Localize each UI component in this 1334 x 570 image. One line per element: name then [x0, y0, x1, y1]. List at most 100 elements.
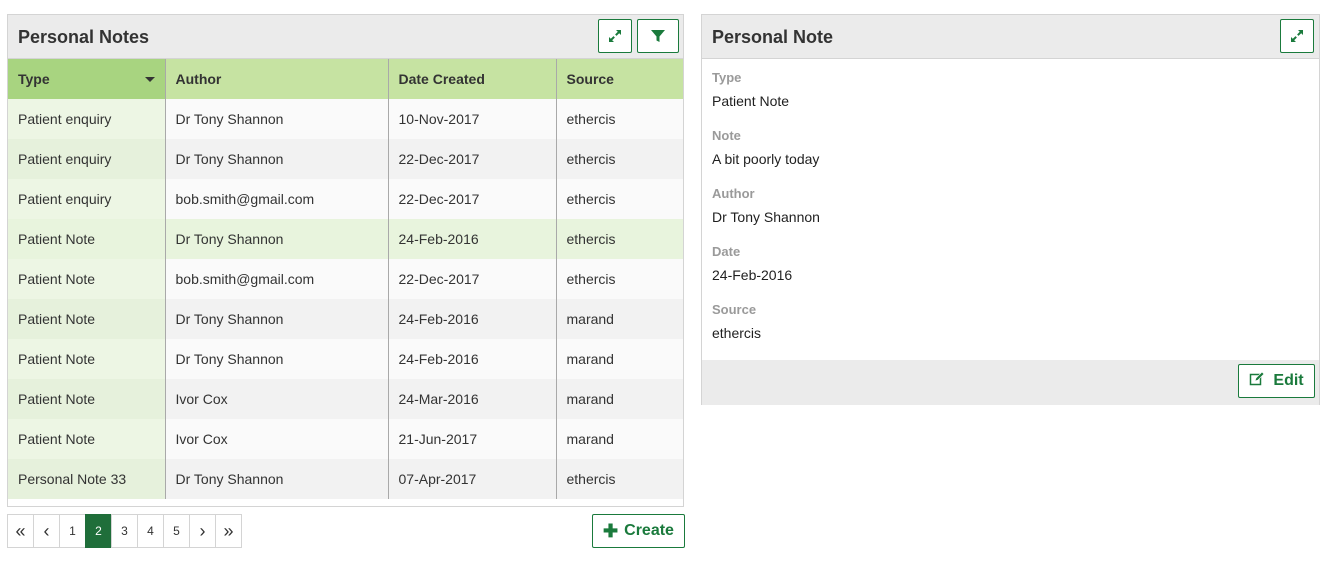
table-cell-type: Patient Note	[8, 339, 166, 379]
personal-note-detail-panel: Personal Note Type Patient Note Note A bit …	[701, 14, 1320, 405]
table-row[interactable]: Patient Note Dr Tony Shannon 24-Feb-2016 ma…	[8, 299, 683, 339]
table-row[interactable]: Patient Note Ivor Cox 21-Jun-2017 marand	[8, 419, 683, 459]
field-label: Author	[712, 186, 755, 201]
column-header-author[interactable]: Author	[165, 59, 389, 99]
table-row[interactable]: Patient Note Dr Tony Shannon 24-Feb-2016 et…	[8, 219, 683, 259]
table-cell-date-created: 24-Feb-2016	[388, 299, 557, 339]
page-button-2[interactable]: 2	[85, 514, 112, 548]
table-row[interactable]: Patient enquiry Dr Tony Shannon 10-Nov-201…	[8, 99, 683, 139]
table-cell-type: Patient enquiry	[8, 99, 166, 139]
table-cell-source: ethercis	[556, 99, 683, 139]
table-row[interactable]: Patient Note bob.smith@gmail.com 22-Dec-20…	[8, 259, 683, 299]
table-row[interactable]: Personal Note 33 Dr Tony Shannon 07-Apr-20…	[8, 459, 683, 499]
plus-icon: ✚	[603, 520, 619, 541]
field-label: Note	[712, 128, 741, 143]
field-source: Source ethercis	[712, 301, 1309, 359]
edit-icon	[1249, 371, 1265, 392]
column-header-source[interactable]: Source	[556, 59, 683, 99]
table-cell-source: ethercis	[556, 179, 683, 219]
column-header-label: Type	[18, 71, 50, 87]
field-label: Type	[712, 70, 742, 85]
expand-icon	[1289, 28, 1305, 44]
prev-page-button[interactable]: ‹	[33, 514, 60, 548]
table-cell-author: bob.smith@gmail.com	[165, 179, 389, 219]
table-cell-source: marand	[556, 339, 683, 379]
page-button-1[interactable]: 1	[59, 514, 86, 548]
page-button-3[interactable]: 3	[111, 514, 138, 548]
table-cell-date-created: 22-Dec-2017	[388, 139, 557, 179]
table-row[interactable]: Patient enquiry Dr Tony Shannon 22-Dec-201…	[8, 139, 683, 179]
table-cell-source: ethercis	[556, 139, 683, 179]
table-row[interactable]: Patient Note Ivor Cox 24-Mar-2016 marand	[8, 379, 683, 419]
table-cell-author: Ivor Cox	[165, 419, 389, 459]
detail-footer: Edit	[702, 360, 1319, 405]
field-label: Date	[712, 244, 741, 259]
table-cell-author: Ivor Cox	[165, 379, 389, 419]
filter-button[interactable]	[637, 19, 679, 53]
create-button[interactable]: ✚ Create	[592, 514, 685, 548]
personal-notes-panel: Personal Notes Type Author Date Created Sou…	[7, 14, 684, 507]
field-date: Date 24-Feb-2016	[712, 243, 1309, 301]
table-cell-type: Patient Note	[8, 419, 166, 459]
field-value: A bit poorly today	[712, 151, 820, 167]
field-type: Type Patient Note	[712, 69, 1309, 127]
table-header-row: Type Author Date Created Source	[8, 59, 683, 99]
personal-note-header: Personal Note	[702, 15, 1319, 59]
pagination: «‹ 1 2 3 4 5 ›»	[7, 514, 242, 548]
table-cell-source: marand	[556, 419, 683, 459]
table-cell-type: Patient Note	[8, 219, 166, 259]
table-cell-date-created: 24-Mar-2016	[388, 379, 557, 419]
table-cell-date-created: 07-Apr-2017	[388, 459, 557, 499]
expand-button[interactable]	[598, 19, 632, 53]
table-cell-type: Patient Note	[8, 379, 166, 419]
table-cell-source: ethercis	[556, 459, 683, 499]
table-cell-date-created: 10-Nov-2017	[388, 99, 557, 139]
page-button-5[interactable]: 5	[163, 514, 190, 548]
column-header-date-created[interactable]: Date Created	[388, 59, 557, 99]
table-cell-author: Dr Tony Shannon	[165, 139, 389, 179]
edit-button[interactable]: Edit	[1238, 364, 1315, 398]
table-cell-date-created: 21-Jun-2017	[388, 419, 557, 459]
table-cell-date-created: 22-Dec-2017	[388, 179, 557, 219]
column-header-label: Date Created	[398, 71, 485, 87]
field-value: 24-Feb-2016	[712, 267, 793, 283]
table-body: Patient enquiry Dr Tony Shannon 10-Nov-201…	[8, 99, 683, 499]
page-button-4[interactable]: 4	[137, 514, 164, 548]
table-cell-date-created: 24-Feb-2016	[388, 219, 557, 259]
table-cell-author: Dr Tony Shannon	[165, 299, 389, 339]
first-page-button[interactable]: «	[7, 514, 34, 548]
note-details: Type Patient Note Note A bit poorly today Au…	[702, 59, 1319, 359]
field-value: ethercis	[712, 325, 762, 341]
sort-caret-icon	[144, 77, 155, 82]
table-row[interactable]: Patient enquiry bob.smith@gmail.com 22-Dec…	[8, 179, 683, 219]
table-cell-date-created: 24-Feb-2016	[388, 339, 557, 379]
table-cell-author: Dr Tony Shannon	[165, 99, 389, 139]
table-cell-source: ethercis	[556, 219, 683, 259]
table-cell-author: bob.smith@gmail.com	[165, 259, 389, 299]
table-cell-author: Dr Tony Shannon	[165, 219, 389, 259]
table-cell-source: ethercis	[556, 259, 683, 299]
table-cell-source: marand	[556, 299, 683, 339]
table-cell-author: Dr Tony Shannon	[165, 459, 389, 499]
table-cell-type: Patient Note	[8, 299, 166, 339]
field-value: Dr Tony Shannon	[712, 209, 820, 225]
filter-icon	[650, 28, 666, 44]
expand-icon	[607, 28, 623, 44]
notes-table: Type Author Date Created Source Patient enq…	[8, 59, 683, 499]
panel-title: Personal Notes	[18, 27, 150, 47]
table-row[interactable]: Patient Note Dr Tony Shannon 24-Feb-2016 ma…	[8, 339, 683, 379]
field-note: Note A bit poorly today	[712, 127, 1309, 185]
expand-button[interactable]	[1280, 19, 1314, 53]
table-cell-type: Patient enquiry	[8, 139, 166, 179]
column-header-type[interactable]: Type	[8, 59, 166, 99]
field-label: Source	[712, 302, 757, 317]
next-page-button[interactable]: ›	[189, 514, 216, 548]
table-cell-type: Patient enquiry	[8, 179, 166, 219]
column-header-label: Source	[566, 71, 614, 87]
field-value: Patient Note	[712, 93, 790, 109]
last-page-button[interactable]: »	[215, 514, 242, 548]
edit-button-label: Edit	[1273, 372, 1304, 389]
table-cell-date-created: 22-Dec-2017	[388, 259, 557, 299]
personal-notes-header: Personal Notes	[8, 15, 683, 59]
table-cell-source: marand	[556, 379, 683, 419]
